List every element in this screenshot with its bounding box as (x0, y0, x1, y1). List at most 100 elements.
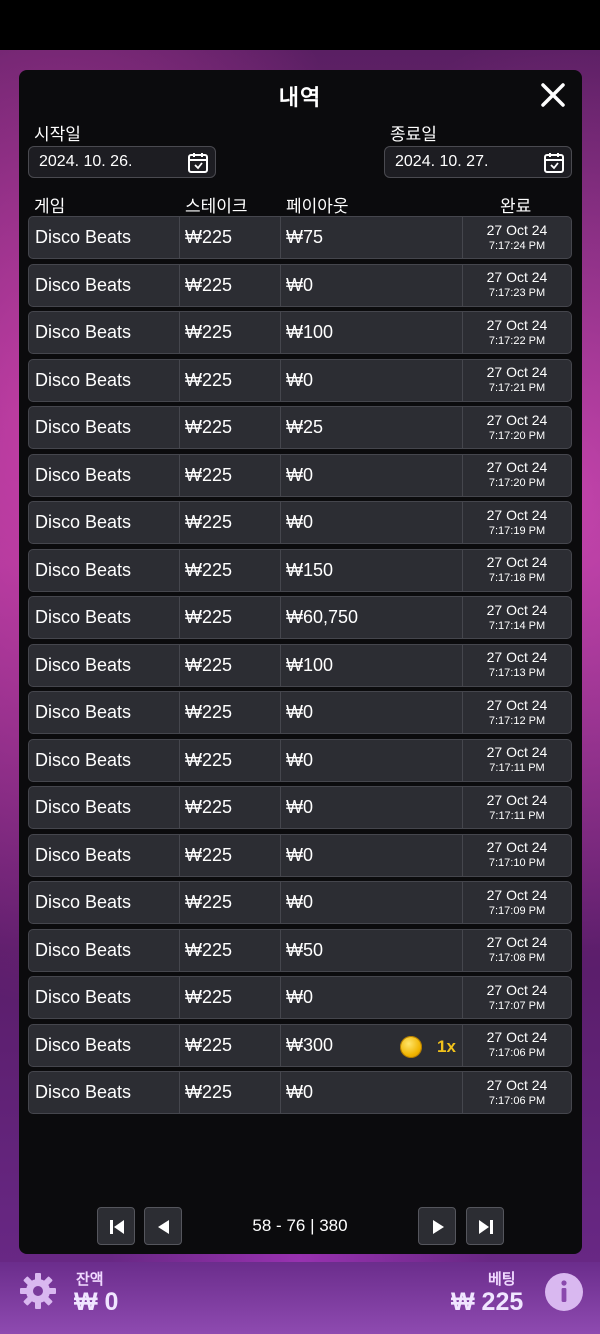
completed-date: 27 Oct 24 (486, 886, 548, 903)
game-cell: Disco Beats (29, 359, 180, 401)
table-row[interactable]: Disco Beats ₩225 ₩100 27 Oct 24 7:17:13 PM (28, 643, 572, 687)
stake-cell: ₩225 (180, 1072, 281, 1113)
table-row[interactable]: Disco Beats ₩225 ₩0 27 Oct 24 7:17:11 PM (28, 786, 572, 829)
payout-value: ₩50 (286, 939, 324, 960)
table-row[interactable]: Disco Beats ₩225 ₩300 1x 27 Oct 24 7:17:06 PM (28, 1023, 572, 1067)
completed-cell: 27 Oct 24 7:17:06 PM (463, 1025, 571, 1066)
table-row[interactable]: Disco Beats ₩225 ₩25 27 Oct 24 7:17:20 PM (28, 406, 572, 449)
column-header-game: 게임 (34, 197, 66, 216)
payout-cell: ₩0 (281, 359, 463, 401)
completed-time: 7:17:06 PM (488, 1047, 546, 1059)
completed-cell: 27 Oct 24 7:17:08 PM (463, 930, 571, 971)
completed-cell: 27 Oct 24 7:17:11 PM (463, 787, 571, 828)
stake-cell: ₩225 (180, 692, 281, 733)
payout-cell: ₩0 (281, 977, 463, 1018)
gear-icon[interactable] (17, 1270, 59, 1312)
payout-value: ₩0 (286, 369, 313, 390)
last-page-button[interactable] (466, 1207, 504, 1245)
table-row[interactable]: Disco Beats ₩225 ₩0 27 Oct 24 7:17:23 PM (28, 263, 572, 307)
end-date-field[interactable]: 2024. 10. 27. (384, 146, 572, 178)
game-cell: Disco Beats (29, 597, 180, 638)
payout-value: ₩0 (286, 987, 313, 1007)
payout-value: ₩0 (286, 274, 313, 295)
completed-time: 7:17:20 PM (488, 477, 546, 489)
payout-value: ₩60,750 (286, 607, 359, 627)
table-row[interactable]: Disco Beats ₩225 ₩0 27 Oct 24 7:17:12 PM (28, 691, 572, 734)
info-icon[interactable] (544, 1272, 584, 1312)
payout-cell: ₩0 (281, 454, 463, 496)
completed-date: 27 Oct 24 (486, 934, 548, 950)
completed-time: 7:17:11 PM (489, 762, 545, 774)
calendar-icon[interactable] (187, 152, 209, 174)
stake-cell: ₩225 (180, 834, 281, 876)
table-row[interactable]: Disco Beats ₩225 ₩0 27 Oct 24 7:17:10 PM (28, 833, 572, 877)
start-date-field[interactable]: 2024. 10. 26. (28, 146, 216, 178)
table-row[interactable]: Disco Beats ₩225 ₩150 27 Oct 24 7:17:18 PM (28, 548, 572, 592)
payout-cell: ₩300 1x (281, 1024, 463, 1066)
completed-cell: 27 Oct 24 7:17:22 PM (463, 312, 571, 353)
column-header-payout: 페이아웃 (286, 197, 349, 216)
completed-date: 27 Oct 24 (486, 269, 548, 285)
table-row[interactable]: Disco Beats ₩225 ₩0 27 Oct 24 7:17:11 PM (28, 738, 572, 782)
balance-value: ₩ 0 (74, 1288, 119, 1316)
game-cell: Disco Beats (29, 1024, 180, 1066)
end-date-value: 2024. 10. 27. (395, 153, 489, 170)
stake-cell: ₩225 (180, 549, 281, 591)
completed-cell: 27 Oct 24 7:17:06 PM (463, 1072, 571, 1113)
stake-cell: ₩225 (180, 502, 281, 543)
next-page-button[interactable] (418, 1207, 456, 1245)
payout-cell: ₩0 (281, 1072, 463, 1113)
multiplier-label: 1x (437, 1036, 456, 1056)
first-page-button[interactable] (97, 1207, 135, 1245)
payout-value: ₩0 (286, 1082, 313, 1102)
completed-cell: 27 Oct 24 7:17:18 PM (463, 550, 571, 591)
table-row[interactable]: Disco Beats ₩225 ₩60,750 27 Oct 24 7:17:14 P… (28, 596, 572, 639)
completed-date: 27 Oct 24 (486, 554, 548, 570)
completed-time: 7:17:11 PM (489, 809, 545, 822)
completed-date: 27 Oct 24 (486, 601, 548, 618)
completed-date: 27 Oct 24 (486, 1029, 548, 1045)
table-row[interactable]: Disco Beats ₩225 ₩0 27 Oct 24 7:17:09 PM (28, 881, 572, 924)
payout-cell: ₩0 (281, 692, 463, 733)
completed-cell: 27 Oct 24 7:17:21 PM (463, 360, 571, 401)
start-date-label: 시작일 (34, 125, 81, 144)
completed-time: 7:17:24 PM (488, 239, 546, 252)
payout-value: ₩0 (286, 464, 313, 485)
payout-cell: ₩60,750 (281, 597, 463, 638)
completed-cell: 27 Oct 24 7:17:20 PM (463, 407, 571, 448)
completed-time: 7:17:08 PM (488, 952, 546, 964)
stake-cell: ₩225 (180, 264, 281, 306)
table-row[interactable]: Disco Beats ₩225 ₩50 27 Oct 24 7:17:08 PM (28, 928, 572, 972)
completed-date: 27 Oct 24 (486, 221, 548, 238)
table-row[interactable]: Disco Beats ₩225 ₩0 27 Oct 24 7:17:21 PM (28, 358, 572, 402)
game-cell: Disco Beats (29, 502, 180, 543)
completed-date: 27 Oct 24 (486, 649, 548, 665)
game-cell: Disco Beats (29, 264, 180, 306)
game-cell: Disco Beats (29, 787, 180, 828)
completed-cell: 27 Oct 24 7:17:09 PM (463, 882, 571, 923)
modal-title: 내역 (278, 85, 322, 110)
completed-time: 7:17:06 PM (488, 1094, 546, 1107)
completed-cell: 27 Oct 24 7:17:10 PM (463, 835, 571, 876)
completed-date: 27 Oct 24 (486, 411, 548, 428)
stake-cell: ₩225 (180, 882, 281, 923)
completed-time: 7:17:19 PM (488, 524, 546, 537)
close-icon[interactable] (540, 82, 566, 108)
completed-time: 7:17:22 PM (488, 334, 546, 347)
stake-cell: ₩225 (180, 929, 281, 971)
table-row[interactable]: Disco Beats ₩225 ₩75 27 Oct 24 7:17:24 PM (28, 216, 572, 259)
stake-cell: ₩225 (180, 787, 281, 828)
payout-cell: ₩0 (281, 882, 463, 923)
table-row[interactable]: Disco Beats ₩225 ₩0 27 Oct 24 7:17:20 PM (28, 453, 572, 497)
payout-value: ₩150 (286, 559, 334, 580)
payout-cell: ₩0 (281, 834, 463, 876)
calendar-icon[interactable] (543, 152, 565, 174)
game-cell: Disco Beats (29, 977, 180, 1018)
payout-cell: ₩0 (281, 264, 463, 306)
table-row[interactable]: Disco Beats ₩225 ₩0 27 Oct 24 7:17:19 PM (28, 501, 572, 544)
table-row[interactable]: Disco Beats ₩225 ₩0 27 Oct 24 7:17:06 PM (28, 1071, 572, 1114)
game-cell: Disco Beats (29, 929, 180, 971)
prev-page-button[interactable] (144, 1207, 182, 1245)
table-row[interactable]: Disco Beats ₩225 ₩0 27 Oct 24 7:17:07 PM (28, 976, 572, 1019)
table-row[interactable]: Disco Beats ₩225 ₩100 27 Oct 24 7:17:22 PM (28, 311, 572, 354)
